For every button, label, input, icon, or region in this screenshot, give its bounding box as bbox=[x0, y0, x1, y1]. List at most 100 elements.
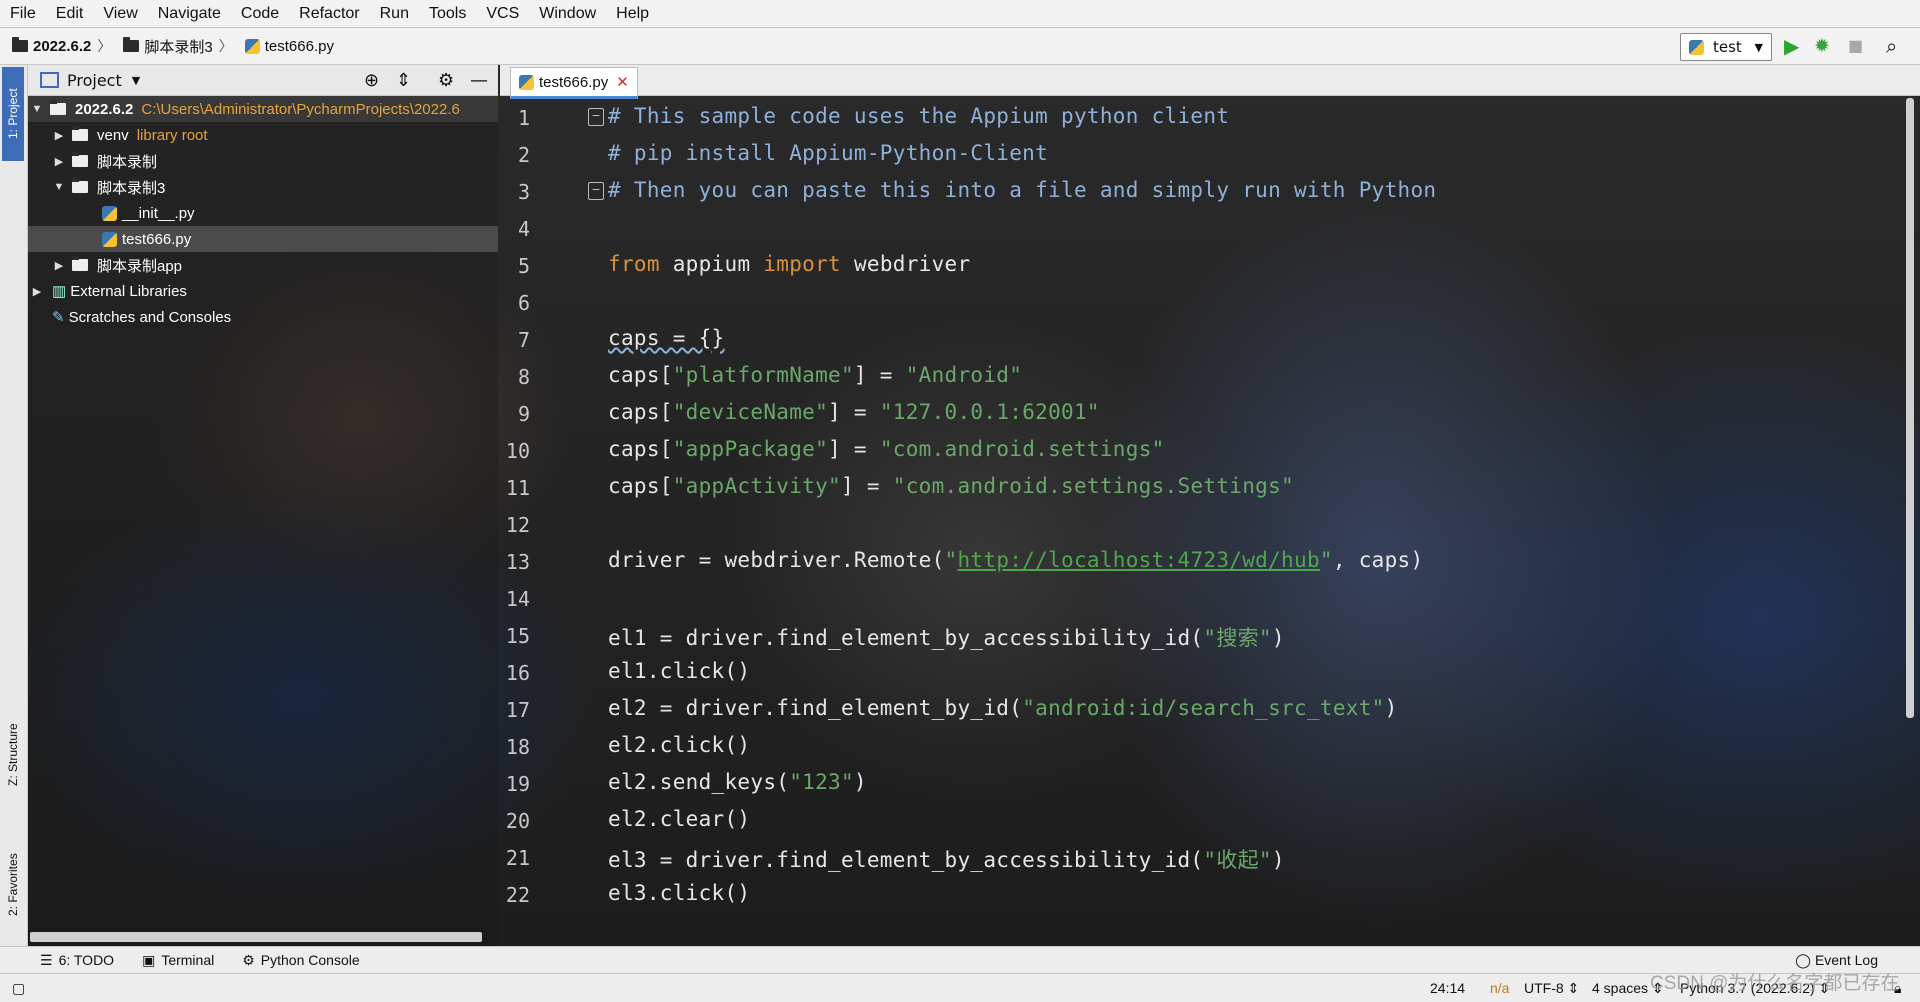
editor-vertical-scrollbar[interactable] bbox=[1906, 98, 1914, 718]
toggle-tool-windows-icon[interactable]: ▢ bbox=[12, 980, 25, 997]
tree-item-root[interactable]: ▼ 2022.6.2 C:\Users\Administrator\Pychar… bbox=[28, 96, 498, 122]
locate-icon[interactable]: ⊕ bbox=[364, 70, 379, 91]
code-line-11[interactable]: caps["appActivity"] = "com.android.setti… bbox=[608, 474, 1294, 498]
project-horizontal-scrollbar[interactable] bbox=[30, 932, 482, 942]
folder-icon bbox=[123, 37, 140, 52]
menu-bar: File Edit View Navigate Code Refactor Ru… bbox=[0, 0, 1920, 28]
tree-item-folder[interactable]: ▶ 脚本录制 bbox=[28, 148, 498, 174]
tool-tab-favorites[interactable]: 2: Favorites bbox=[2, 835, 24, 935]
breadcrumb-root[interactable]: 2022.6.2 〉 bbox=[12, 36, 111, 56]
folder-icon bbox=[72, 178, 88, 193]
breadcrumb-file[interactable]: test666.py bbox=[244, 38, 334, 55]
folder-icon bbox=[72, 126, 88, 141]
code-line-17[interactable]: el2 = driver.find_element_by_id("android… bbox=[608, 696, 1398, 720]
speech-bubble-icon: ◯ bbox=[1795, 951, 1811, 968]
chevron-down-icon[interactable]: ▼ bbox=[132, 74, 140, 87]
menu-tools[interactable]: Tools bbox=[419, 5, 476, 23]
terminal-tab[interactable]: ▣ Terminal bbox=[142, 952, 214, 969]
vcs-status[interactable]: n/a bbox=[1490, 980, 1509, 996]
menu-window[interactable]: Window bbox=[529, 5, 606, 23]
list-icon: ☰ bbox=[40, 951, 53, 968]
caret-position[interactable]: 24:14 bbox=[1430, 980, 1465, 996]
tree-item-folder[interactable]: ▶ 脚本录制app bbox=[28, 252, 498, 278]
stop-icon[interactable]: ■ bbox=[1848, 34, 1863, 58]
tree-item-scratches[interactable]: ✎ Scratches and Consoles bbox=[28, 304, 498, 330]
line-number: 12 bbox=[505, 513, 530, 537]
code-line-2[interactable]: # pip install Appium-Python-Client bbox=[608, 141, 1048, 165]
code-line-3[interactable]: # Then you can paste this into a file an… bbox=[608, 178, 1436, 202]
line-number: 1 bbox=[517, 106, 530, 130]
menu-edit[interactable]: Edit bbox=[46, 5, 94, 23]
line-number: 8 bbox=[517, 365, 530, 389]
code-line-13[interactable]: driver = webdriver.Remote("http://localh… bbox=[608, 548, 1423, 572]
tool-tab-project[interactable]: 1: Project bbox=[2, 67, 24, 161]
code-line-16[interactable]: el1.click() bbox=[608, 659, 750, 683]
collapse-all-icon[interactable]: ⇕ bbox=[396, 70, 411, 91]
scratches-icon: ✎ bbox=[52, 309, 65, 326]
close-icon[interactable]: ✕ bbox=[616, 73, 629, 91]
editor-tab-bar: test666.py ✕ bbox=[500, 65, 1920, 99]
python-console-tab[interactable]: ⚙ Python Console bbox=[242, 952, 359, 969]
line-number: 5 bbox=[517, 254, 530, 278]
tree-item-file-selected[interactable]: test666.py bbox=[28, 226, 498, 252]
line-number: 11 bbox=[505, 476, 530, 500]
line-number: 3 bbox=[517, 180, 530, 204]
tree-item-folder[interactable]: ▼ 脚本录制3 bbox=[28, 174, 498, 200]
menu-navigate[interactable]: Navigate bbox=[148, 5, 231, 23]
tool-tab-structure[interactable]: Z: Structure bbox=[2, 705, 24, 805]
minimize-icon[interactable]: — bbox=[470, 70, 488, 91]
left-tool-stripe: 1: Project Z: Structure 2: Favorites bbox=[0, 65, 28, 947]
menu-code[interactable]: Code bbox=[231, 5, 289, 23]
run-configuration-select[interactable]: test ▼ bbox=[1680, 33, 1772, 61]
code-line-19[interactable]: el2.send_keys("123") bbox=[608, 770, 867, 794]
code-line-7[interactable]: caps = {} bbox=[608, 326, 725, 350]
menu-refactor[interactable]: Refactor bbox=[289, 5, 369, 23]
todo-tab[interactable]: ☰ 6: TODO bbox=[40, 952, 114, 969]
editor-tab-test666[interactable]: test666.py ✕ bbox=[510, 67, 638, 99]
fold-marker-icon[interactable]: − bbox=[588, 182, 604, 200]
line-number: 13 bbox=[505, 550, 530, 574]
python-file-icon bbox=[244, 38, 260, 54]
code-line-18[interactable]: el2.click() bbox=[608, 733, 750, 757]
menu-vcs[interactable]: VCS bbox=[476, 5, 529, 23]
code-line-9[interactable]: caps["deviceName"] = "127.0.0.1:62001" bbox=[608, 400, 1100, 424]
line-number: 9 bbox=[517, 402, 530, 426]
run-icon[interactable]: ▶ bbox=[1784, 34, 1799, 58]
project-panel-header: Project ▼ ⊕ ⇕ ⚙ — bbox=[28, 65, 498, 96]
breadcrumb-folder[interactable]: 脚本录制3 〉 bbox=[123, 36, 233, 57]
terminal-icon: ▣ bbox=[142, 951, 156, 968]
python-file-icon bbox=[519, 74, 534, 90]
menu-file[interactable]: File bbox=[0, 5, 46, 23]
tree-item-file[interactable]: __init__.py bbox=[28, 200, 498, 226]
code-line-22[interactable]: el3.click() bbox=[608, 881, 750, 905]
menu-view[interactable]: View bbox=[93, 5, 147, 23]
code-line-15[interactable]: el1 = driver.find_element_by_accessibili… bbox=[608, 622, 1285, 652]
menu-help[interactable]: Help bbox=[606, 5, 659, 23]
python-file-icon bbox=[102, 205, 117, 221]
gear-icon[interactable]: ⚙ bbox=[438, 70, 454, 91]
code-line-5[interactable]: from appium import webdriver bbox=[608, 252, 970, 276]
code-line-21[interactable]: el3 = driver.find_element_by_accessibili… bbox=[608, 844, 1285, 874]
folder-icon bbox=[72, 152, 88, 167]
editor-gutter: 1 2 3 4 5 6 7 8 9 10 11 12 13 14 15 16 1… bbox=[500, 96, 604, 946]
line-number: 2 bbox=[517, 143, 530, 167]
url-link[interactable]: http://localhost:4723/wd/hub bbox=[957, 548, 1319, 572]
line-number: 16 bbox=[505, 661, 530, 685]
fold-marker-icon[interactable]: − bbox=[588, 108, 604, 126]
menu-run[interactable]: Run bbox=[370, 5, 419, 23]
tree-item-external-libraries[interactable]: ▶ ▥ External Libraries bbox=[28, 278, 498, 304]
code-line-20[interactable]: el2.clear() bbox=[608, 807, 750, 831]
file-encoding[interactable]: UTF-8 ⇕ bbox=[1524, 980, 1579, 997]
chevron-down-icon: ▼ bbox=[1754, 40, 1763, 54]
code-line-1[interactable]: # This sample code uses the Appium pytho… bbox=[608, 104, 1229, 128]
line-number: 19 bbox=[505, 772, 530, 796]
code-line-8[interactable]: caps["platformName"] = "Android" bbox=[608, 363, 1022, 387]
event-log-tab[interactable]: ◯ Event Log bbox=[1795, 952, 1878, 969]
project-view-selector[interactable]: Project bbox=[67, 71, 122, 90]
search-everywhere-icon[interactable]: ⌕ bbox=[1886, 34, 1897, 58]
python-file-icon bbox=[102, 231, 117, 247]
tree-item-venv[interactable]: ▶ venv library root bbox=[28, 122, 498, 148]
debug-bug-icon[interactable]: ✹ bbox=[1814, 34, 1830, 58]
code-line-10[interactable]: caps["appPackage"] = "com.android.settin… bbox=[608, 437, 1165, 461]
line-number: 22 bbox=[505, 883, 530, 907]
